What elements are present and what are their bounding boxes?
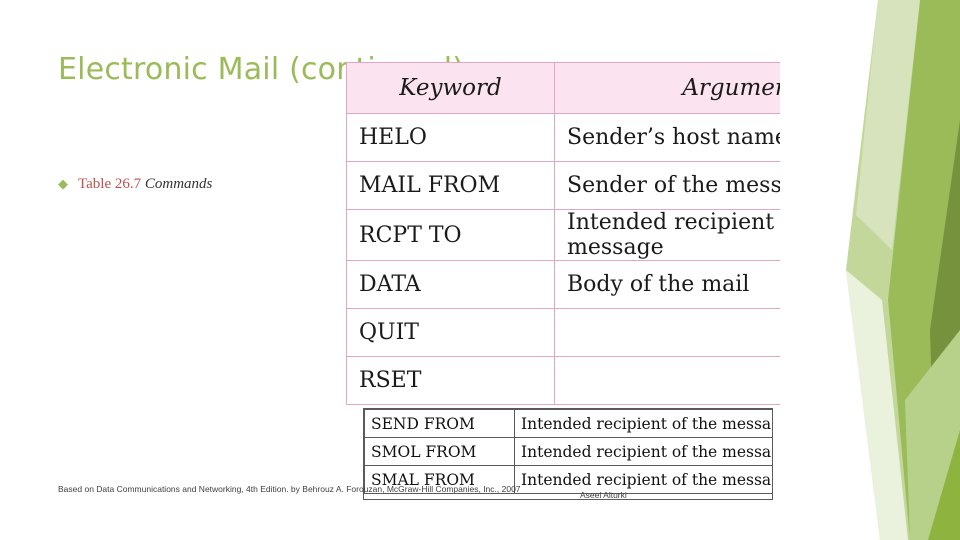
slide-canvas: Electronic Mail (continued) ◆ Table 26.7… xyxy=(0,0,960,540)
cell-argument xyxy=(554,308,780,357)
table-row: RSET xyxy=(346,356,780,405)
column-header-keyword: Keyword xyxy=(346,62,555,114)
footer-author: Aseel Alturki xyxy=(580,490,627,500)
cell-argument: Intended recipient of the message xyxy=(514,409,772,438)
table-caption-line: Table 26.7 Commands xyxy=(78,175,212,193)
cell-keyword: SEND FROM xyxy=(364,409,515,438)
table-row: SMOL FROM Intended recipient of the mess… xyxy=(364,437,772,466)
cell-keyword: RSET xyxy=(346,356,555,405)
bullet-row: ◆ Table 26.7 Commands xyxy=(58,175,212,193)
table-label: Table 26.7 xyxy=(78,176,142,192)
table-header-row: Keyword Argument(s) xyxy=(346,62,780,114)
cell-argument: Intended recipient of the message xyxy=(514,437,772,466)
cell-keyword: SMOL FROM xyxy=(364,437,515,466)
smtp-send-commands-table: SEND FROM Intended recipient of the mess… xyxy=(364,409,772,494)
footer-source-note: Based on Data Communications and Network… xyxy=(58,484,521,494)
cell-argument: Body of the mail xyxy=(554,260,780,309)
cell-keyword: HELO xyxy=(346,113,555,162)
column-header-arguments: Argument(s) xyxy=(554,62,780,114)
smtp-commands-table: Keyword Argument(s) HELO Sender’s host n… xyxy=(346,62,780,405)
decorative-green-shapes xyxy=(760,0,960,540)
table-row: QUIT xyxy=(346,308,780,357)
table-row: DATA Body of the mail xyxy=(346,260,780,309)
cell-keyword: RCPT TO xyxy=(346,209,555,261)
cell-keyword: DATA xyxy=(346,260,555,309)
table-row: SEND FROM Intended recipient of the mess… xyxy=(364,409,772,438)
table-row: RCPT TO Intended recipient of the messag… xyxy=(346,209,780,261)
cell-argument: Sender’s host name xyxy=(554,113,780,162)
table-caption: Commands xyxy=(144,176,213,192)
cell-argument: Sender of the message xyxy=(554,161,780,210)
cell-keyword: QUIT xyxy=(346,308,555,357)
cell-argument xyxy=(554,356,780,405)
cell-argument: Intended recipient of the message xyxy=(554,209,780,261)
bullet-marker-icon: ◆ xyxy=(58,176,68,191)
table-row: MAIL FROM Sender of the message xyxy=(346,161,780,210)
table-row: HELO Sender’s host name xyxy=(346,113,780,162)
cell-keyword: MAIL FROM xyxy=(346,161,555,210)
